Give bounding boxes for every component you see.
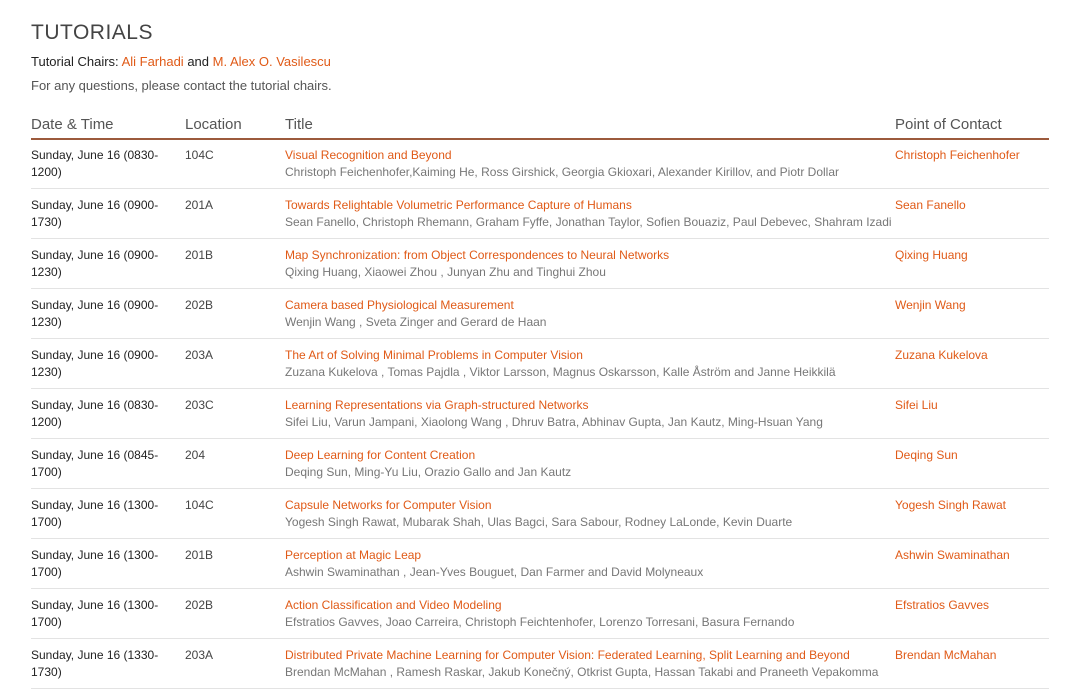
table-row: Sunday, June 16 (0900-1730) 201A Towards… (31, 189, 1049, 239)
row-date: Sunday, June 16 (0830-1200) (31, 398, 159, 429)
table-header: Date & Time Location Title Point of Cont… (31, 114, 1049, 140)
contact-link[interactable]: Deqing Sun (895, 447, 1049, 464)
row-date: Sunday, June 16 (0900-1230) (31, 298, 159, 329)
table-row: Sunday, June 16 (0900-1230) 203A The Art… (31, 339, 1049, 389)
contact-link[interactable]: Christoph Feichenhofer (895, 147, 1049, 164)
contact-link[interactable]: Wenjin Wang (895, 297, 1049, 314)
contact-link[interactable]: Sean Fanello (895, 197, 1049, 214)
chair-link-ali-farhadi[interactable]: Ali Farhadi (122, 54, 184, 69)
chairs-label: Tutorial Chairs: (31, 54, 119, 69)
row-authors: Qixing Huang, Xiaowei Zhou , Junyan Zhu … (285, 265, 606, 279)
row-authors: Sean Fanello, Christoph Rhemann, Graham … (285, 215, 892, 229)
tutorial-chairs-line: Tutorial Chairs: Ali Farhadi and M. Alex… (31, 54, 331, 69)
row-date: Sunday, June 16 (0900-1730) (31, 198, 159, 229)
tutorial-title-link[interactable]: Learning Representations via Graph-struc… (285, 398, 588, 412)
row-title-cell: The Art of Solving Minimal Problems in C… (285, 347, 890, 381)
row-title-cell: Action Classification and Video Modeling… (285, 597, 890, 631)
row-location: 201B (185, 548, 214, 562)
row-date: Sunday, June 16 (0830-1200) (31, 148, 159, 179)
table-row: Sunday, June 16 (1300-1700) 202B Action … (31, 589, 1049, 639)
chairs-and: and (187, 54, 210, 69)
contact-link[interactable]: Efstratios Gavves (895, 597, 1049, 614)
tutorial-title-link[interactable]: The Art of Solving Minimal Problems in C… (285, 348, 583, 362)
row-title-cell: Visual Recognition and Beyond Christoph … (285, 147, 890, 181)
row-date: Sunday, June 16 (0900-1230) (31, 348, 159, 379)
tutorials-page: TUTORIALS Tutorial Chairs: Ali Farhadi a… (0, 0, 1080, 690)
tutorial-title-link[interactable]: Distributed Private Machine Learning for… (285, 648, 850, 662)
table-row: Sunday, June 16 (1330-1730) 203A Distrib… (31, 639, 1049, 689)
row-location: 104C (185, 498, 214, 512)
row-title-cell: Deep Learning for Content Creation Deqin… (285, 447, 890, 481)
row-location: 201A (185, 198, 214, 212)
row-title-cell: Distributed Private Machine Learning for… (285, 647, 890, 681)
page-title: TUTORIALS (31, 21, 153, 44)
row-title-cell: Camera based Physiological Measurement W… (285, 297, 890, 331)
table-row: Sunday, June 16 (0845-1700) 204 Deep Lea… (31, 439, 1049, 489)
table-row: Sunday, June 16 (0900-1230) 202B Camera … (31, 289, 1049, 339)
tutorial-title-link[interactable]: Perception at Magic Leap (285, 548, 421, 562)
tutorials-table-body: Sunday, June 16 (0830-1200) 104C Visual … (31, 139, 1049, 689)
chair-link-alex-vasilescu[interactable]: M. Alex O. Vasilescu (213, 54, 331, 69)
tutorial-title-link[interactable]: Capsule Networks for Computer Vision (285, 498, 492, 512)
row-location: 104C (185, 148, 214, 162)
row-date: Sunday, June 16 (0900-1230) (31, 248, 159, 279)
row-title-cell: Towards Relightable Volumetric Performan… (285, 197, 892, 231)
header-contact: Point of Contact (895, 116, 1002, 133)
row-location: 203A (185, 648, 214, 662)
row-authors: Zuzana Kukelova , Tomas Pajdla , Viktor … (285, 365, 836, 379)
row-location: 201B (185, 248, 214, 262)
row-authors: Efstratios Gavves, Joao Carreira, Christ… (285, 615, 795, 629)
contact-link[interactable]: Qixing Huang (895, 247, 1049, 264)
row-title-cell: Learning Representations via Graph-struc… (285, 397, 890, 431)
row-authors: Wenjin Wang , Sveta Zinger and Gerard de… (285, 315, 547, 329)
row-authors: Yogesh Singh Rawat, Mubarak Shah, Ulas B… (285, 515, 793, 529)
tutorial-title-link[interactable]: Camera based Physiological Measurement (285, 298, 514, 312)
table-row: Sunday, June 16 (1300-1700) 201B Percept… (31, 539, 1049, 589)
row-authors: Sifei Liu, Varun Jampani, Xiaolong Wang … (285, 415, 823, 429)
row-authors: Christoph Feichenhofer,Kaiming He, Ross … (285, 165, 840, 179)
row-location: 203A (185, 348, 214, 362)
tutorial-title-link[interactable]: Towards Relightable Volumetric Performan… (285, 198, 632, 212)
row-date: Sunday, June 16 (1300-1700) (31, 498, 159, 529)
row-authors: Brendan McMahan , Ramesh Raskar, Jakub K… (285, 665, 879, 679)
table-row: Sunday, June 16 (0830-1200) 104C Visual … (31, 139, 1049, 189)
row-location: 204 (185, 448, 206, 462)
contact-link[interactable]: Zuzana Kukelova (895, 347, 1049, 364)
table-row: Sunday, June 16 (0830-1200) 203C Learnin… (31, 389, 1049, 439)
row-date: Sunday, June 16 (1300-1700) (31, 548, 159, 579)
contact-note: For any questions, please contact the tu… (31, 78, 332, 93)
contact-link[interactable]: Ashwin Swaminathan (895, 547, 1049, 564)
contact-link[interactable]: Sifei Liu (895, 397, 1049, 414)
row-date: Sunday, June 16 (0845-1700) (31, 448, 159, 479)
tutorial-title-link[interactable]: Action Classification and Video Modeling (285, 598, 502, 612)
tutorial-title-link[interactable]: Map Synchronization: from Object Corresp… (285, 248, 669, 262)
contact-link[interactable]: Brendan McMahan (895, 647, 1049, 664)
row-location: 202B (185, 598, 214, 612)
table-row: Sunday, June 16 (1300-1700) 104C Capsule… (31, 489, 1049, 539)
header-date: Date & Time (31, 116, 114, 133)
contact-link[interactable]: Yogesh Singh Rawat (895, 497, 1049, 514)
header-location: Location (185, 116, 242, 133)
tutorial-title-link[interactable]: Deep Learning for Content Creation (285, 448, 475, 462)
tutorial-title-link[interactable]: Visual Recognition and Beyond (285, 148, 452, 162)
table-row: Sunday, June 16 (0900-1230) 201B Map Syn… (31, 239, 1049, 289)
row-authors: Ashwin Swaminathan , Jean-Yves Bouguet, … (285, 565, 704, 579)
row-date: Sunday, June 16 (1330-1730) (31, 648, 159, 679)
header-title: Title (285, 116, 313, 133)
row-date: Sunday, June 16 (1300-1700) (31, 598, 159, 629)
row-location: 203C (185, 398, 214, 412)
row-location: 202B (185, 298, 214, 312)
row-title-cell: Perception at Magic Leap Ashwin Swaminat… (285, 547, 890, 581)
row-title-cell: Capsule Networks for Computer Vision Yog… (285, 497, 890, 531)
row-authors: Deqing Sun, Ming-Yu Liu, Orazio Gallo an… (285, 465, 572, 479)
row-title-cell: Map Synchronization: from Object Corresp… (285, 247, 890, 281)
